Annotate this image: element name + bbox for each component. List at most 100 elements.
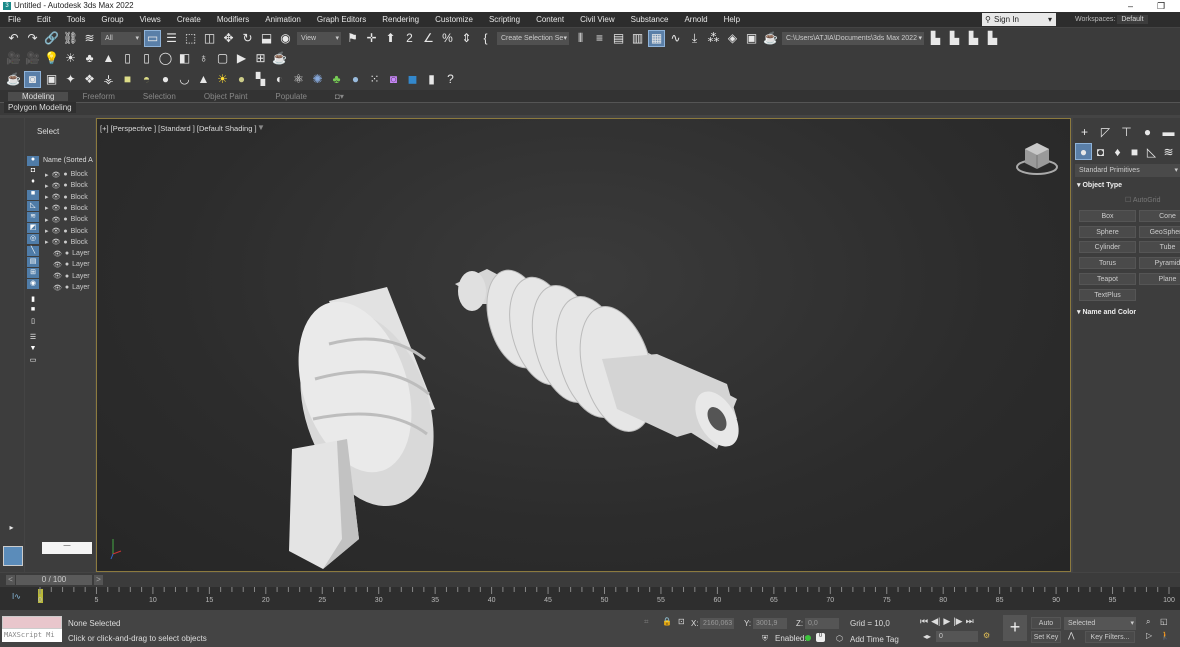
visibility-eye-icon[interactable]: 👁 <box>52 227 61 235</box>
explorer-selector[interactable]: — <box>42 542 92 554</box>
time-slider-thumb[interactable]: 0 / 100 <box>16 575 92 585</box>
field-of-view-icon[interactable]: ▷ <box>1146 631 1152 640</box>
minimize-button[interactable]: – <box>1128 0 1133 12</box>
material-sphere-icon[interactable]: ● <box>348 72 363 87</box>
sky-icon[interactable]: ● <box>234 72 249 87</box>
teapot-render-icon[interactable]: ☕ <box>6 72 21 87</box>
undo-icon[interactable]: ↶ <box>6 31 21 46</box>
render-setup-icon[interactable]: ▣ <box>744 31 759 46</box>
select-object-icon[interactable]: ▭ <box>144 29 161 47</box>
project-folder-dropdown[interactable]: C:\Users\ATJIA\Documents\3ds Max 2022 <box>782 31 924 45</box>
explorer-item[interactable]: ▸ 👁 ● Block <box>45 203 88 214</box>
teapot-icon[interactable]: ☕ <box>272 51 287 66</box>
move-icon[interactable]: ✥ <box>221 31 236 46</box>
cameras-icon[interactable]: ■ <box>1127 144 1142 159</box>
freeze-dot-icon[interactable]: ● <box>65 273 69 280</box>
mirror-icon[interactable]: ⫴ <box>573 31 588 46</box>
display-tab-icon[interactable]: ▬ <box>1161 124 1176 139</box>
display-cameras-icon[interactable]: ■ <box>27 189 39 200</box>
link-icon[interactable]: 🔗 <box>44 31 59 46</box>
freeze-dot-icon[interactable]: ● <box>63 205 67 212</box>
create-project-icon[interactable]: ▙ <box>966 31 981 46</box>
adaptive-degradation-icon[interactable]: ⛨ <box>762 634 768 644</box>
zoom-icon[interactable]: ⌕ <box>1146 617 1150 627</box>
expand-arrow-icon[interactable]: ▸ <box>4 520 19 535</box>
modify-tab-icon[interactable]: ◸ <box>1098 124 1113 139</box>
display-groups-icon[interactable]: ◩ <box>27 223 39 234</box>
rectangular-selection-icon[interactable]: ⬚ <box>183 31 198 46</box>
ribbon-tab-selection[interactable]: Selection <box>129 92 190 101</box>
set-keys-button[interactable]: + <box>1003 615 1027 641</box>
visibility-eye-icon[interactable]: 👁 <box>52 171 61 179</box>
teapot-button[interactable]: Teapot <box>1079 272 1136 285</box>
menu-civil-view[interactable]: Civil View <box>572 15 623 24</box>
freeze-dot-icon[interactable]: ● <box>63 239 67 246</box>
sphere-button[interactable]: Sphere <box>1079 225 1136 238</box>
frame-icon[interactable]: ▢ <box>215 51 230 66</box>
time-tag-icon[interactable]: 0 <box>816 633 825 642</box>
default-tangents-icon[interactable]: ⋀ <box>1068 631 1075 640</box>
visibility-eye-icon[interactable]: 👁 <box>52 193 61 201</box>
figure-icon[interactable]: ▯ <box>139 51 154 66</box>
book-icon[interactable]: ▯ <box>120 51 135 66</box>
geometry-icon[interactable]: ● <box>1075 143 1092 160</box>
next-frame-arrow-icon[interactable]: > <box>94 575 103 585</box>
lights-icon[interactable]: ♦ <box>1110 144 1125 159</box>
helpers-icon[interactable]: ◺ <box>1144 144 1159 159</box>
freeze-dot-icon[interactable]: ● <box>63 228 67 235</box>
add-time-tag-button[interactable]: Add Time Tag <box>850 635 899 644</box>
window-crossing-icon[interactable]: ◫ <box>202 31 217 46</box>
explorer-item[interactable]: ▸ 👁 ● Block <box>45 169 88 180</box>
box-button[interactable]: Box <box>1079 210 1136 222</box>
cylinder-button[interactable]: Cylinder <box>1079 241 1136 254</box>
menu-views[interactable]: Views <box>132 15 169 24</box>
cone-button[interactable]: Cone <box>1139 210 1180 222</box>
help-icon[interactable]: ? <box>443 72 458 87</box>
x-coordinate-field[interactable]: 2160,063 <box>700 618 734 629</box>
freeze-dot-icon[interactable]: ● <box>63 194 67 201</box>
shapes-icon[interactable]: ◘ <box>1093 144 1108 159</box>
display-shapes-icon[interactable]: ◘ <box>27 167 39 177</box>
cone-icon[interactable]: ▲ <box>196 72 211 87</box>
explorer-item[interactable]: 👁 ● Layer <box>45 248 90 259</box>
restore-button[interactable]: ❐ <box>1157 0 1165 12</box>
bind-space-warp-icon[interactable]: ≋ <box>82 31 97 46</box>
display-helpers-icon[interactable]: ◺ <box>27 200 39 211</box>
torus-button[interactable]: Torus <box>1079 257 1136 270</box>
maxscript-mini-listener[interactable]: MAXScript Mi <box>2 629 62 642</box>
expand-arrow-icon[interactable]: ▸ <box>45 182 49 190</box>
frame-window-icon[interactable]: ▣ <box>44 72 59 87</box>
display-frozen-icon[interactable]: ⊞ <box>27 267 39 278</box>
light-bulb-icon[interactable]: 💡 <box>44 51 59 66</box>
plane-icon[interactable]: ■ <box>120 72 135 87</box>
maxscript-listener-output[interactable] <box>2 616 62 629</box>
menu-animation[interactable]: Animation <box>257 15 309 24</box>
workspaces-selector[interactable]: Workspaces: Default <box>1075 13 1148 26</box>
expand-arrow-icon[interactable]: ▸ <box>45 216 49 224</box>
toggle-ribbon-icon[interactable]: ▦ <box>648 29 665 47</box>
track-bar[interactable]: I∿ 0 5 10 15 20 25 30 35 40 45 50 55 60 65 70 75 80 85 90 9… <box>0 587 1180 610</box>
invert-display-icon[interactable]: ▯ <box>27 317 39 327</box>
render-view-icon[interactable]: ◼ <box>405 72 420 87</box>
primitive-category-dropdown[interactable]: Standard Primitives <box>1075 164 1180 177</box>
ribbon-tab-modeling[interactable]: Modeling <box>8 91 69 101</box>
rotate-icon[interactable]: ↻ <box>240 31 255 46</box>
viewcube[interactable] <box>1016 143 1058 175</box>
license-icon[interactable]: ▮ <box>424 72 439 87</box>
selection-filter-dropdown[interactable]: All <box>101 31 141 45</box>
explorer-item[interactable]: ▸ 👁 ● Block <box>45 226 88 237</box>
freeze-dot-icon[interactable]: ● <box>65 284 69 291</box>
visibility-eye-icon[interactable]: 👁 <box>52 182 61 190</box>
auto-key-button[interactable]: Auto Key <box>1031 617 1061 638</box>
open-project-icon[interactable]: ▙ <box>947 31 962 46</box>
menu-scripting[interactable]: Scripting <box>481 15 528 24</box>
place-icon[interactable]: ◉ <box>278 31 293 46</box>
edit-named-selection-icon[interactable]: { <box>478 31 493 46</box>
display-lights-icon[interactable]: ♦ <box>27 178 39 188</box>
render-elements-icon[interactable]: ❖ <box>82 72 97 87</box>
folder-icon[interactable]: ▭ <box>27 356 39 366</box>
display-all-icon[interactable]: ▮ <box>27 295 39 305</box>
explorer-item[interactable]: ▸ 👁 ● Block <box>45 180 88 191</box>
dope-sheet-icon[interactable]: ⤓ <box>687 31 702 46</box>
shader-ball-icon[interactable]: ◐ <box>272 72 287 87</box>
